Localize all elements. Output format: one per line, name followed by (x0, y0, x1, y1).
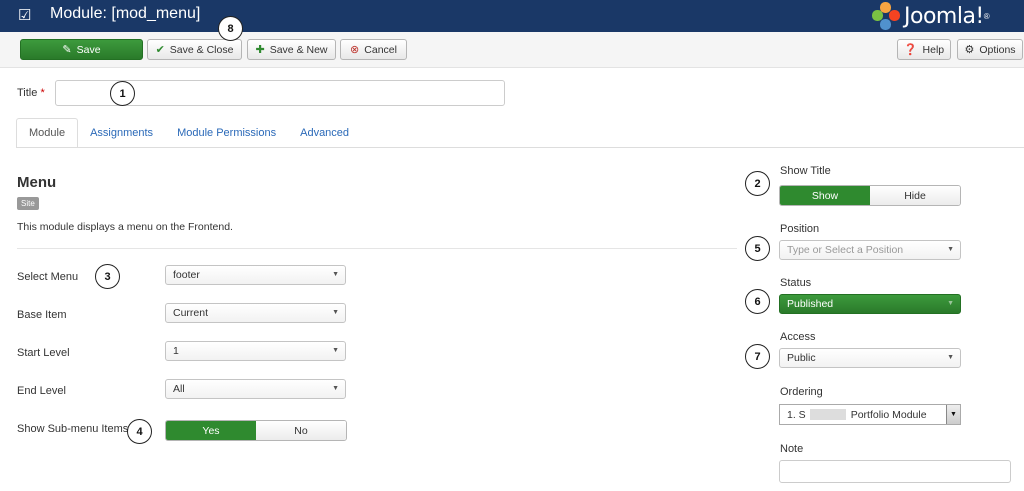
chevron-down-icon: ▼ (332, 309, 339, 316)
required-mark: * (40, 87, 45, 99)
chevron-down-icon: ▼ (947, 246, 954, 253)
module-heading: Menu (17, 174, 57, 191)
callout-4: 4 (127, 419, 152, 444)
end-level-dropdown[interactable]: All ▼ (165, 379, 346, 399)
save-button[interactable]: ✎ Save (20, 39, 143, 60)
show-submenu-yes[interactable]: Yes (166, 421, 256, 440)
help-button[interactable]: ❓ Help (897, 39, 951, 60)
check-icon: ✔ (155, 44, 165, 56)
edit-icon: ✎ (62, 44, 72, 56)
status-label: Status (780, 277, 812, 289)
callout-6: 6 (745, 289, 770, 314)
module-description: This module displays a menu on the Front… (17, 221, 233, 233)
logo-text: Joomla! (904, 3, 984, 29)
title-label: Title * (17, 87, 45, 99)
end-level-label: End Level (17, 385, 66, 397)
note-input[interactable] (779, 460, 1011, 483)
joomla-logo: Joomla! ® (872, 0, 990, 32)
show-submenu-toggle: Yes No (165, 420, 347, 441)
chevron-down-icon: ▼ (332, 385, 339, 392)
tab-divider (16, 147, 1024, 148)
callout-2: 2 (745, 171, 770, 196)
position-label: Position (780, 223, 820, 235)
access-select[interactable]: Public ▼ (779, 348, 961, 368)
show-submenu-no[interactable]: No (256, 421, 346, 440)
show-title-label: Show Title (780, 165, 831, 177)
question-icon: ❓ (903, 44, 918, 56)
start-level-label: Start Level (17, 347, 70, 359)
callout-3: 3 (95, 264, 120, 289)
status-select[interactable]: Published ▼ (779, 294, 961, 314)
start-level-dropdown[interactable]: 1 ▼ (165, 341, 346, 361)
cancel-icon: ⊗ (350, 44, 360, 56)
select-menu-dropdown[interactable]: footer ▼ (165, 265, 346, 285)
section-divider (17, 248, 737, 249)
joomla-logo-icon (872, 2, 900, 30)
header-bar: ☑ Module: [mod_menu] Joomla! ® (0, 0, 1024, 32)
position-select[interactable]: Type or Select a Position ▼ (779, 240, 961, 260)
chevron-down-icon: ▼ (947, 354, 954, 361)
select-menu-label: Select Menu (17, 271, 79, 283)
show-submenu-label: Show Sub-menu Items (17, 423, 129, 435)
logo-registered: ® (983, 11, 990, 21)
plus-icon: ✚ (255, 44, 265, 56)
note-label: Note (780, 443, 804, 455)
callout-8: 8 (218, 16, 243, 41)
gear-icon: ⚙ (964, 44, 975, 56)
ordering-select[interactable]: 1. S Portfolio Module ▼ (779, 404, 961, 425)
show-title-show[interactable]: Show (780, 186, 870, 205)
checkbox-icon: ☑ (18, 7, 32, 24)
site-badge: Site (17, 197, 39, 210)
save-new-button[interactable]: ✚ Save & New (247, 39, 336, 60)
chevron-down-icon: ▼ (332, 271, 339, 278)
tab-assignments[interactable]: Assignments (78, 118, 165, 148)
ordering-label: Ordering (780, 386, 823, 398)
chevron-down-icon: ▼ (946, 405, 960, 424)
base-item-label: Base Item (17, 309, 67, 321)
chevron-down-icon: ▼ (332, 347, 339, 354)
tab-module-permissions[interactable]: Module Permissions (165, 118, 288, 148)
save-close-button[interactable]: ✔ Save & Close (147, 39, 242, 60)
tab-advanced[interactable]: Advanced (288, 118, 361, 148)
show-title-toggle: Show Hide (779, 185, 961, 206)
base-item-dropdown[interactable]: Current ▼ (165, 303, 346, 323)
chevron-down-icon: ▼ (947, 300, 954, 307)
options-button[interactable]: ⚙ Options (957, 39, 1023, 60)
tab-module[interactable]: Module (16, 118, 79, 148)
callout-5: 5 (745, 236, 770, 261)
page-title: Module: [mod_menu] (50, 5, 201, 22)
callout-1: 1 (110, 81, 135, 106)
cancel-button[interactable]: ⊗ Cancel (340, 39, 407, 60)
access-label: Access (780, 331, 816, 343)
callout-7: 7 (745, 344, 770, 369)
toolbar: ✎ Save ✔ Save & Close ✚ Save & New ⊗ Can… (0, 32, 1024, 68)
show-title-hide[interactable]: Hide (870, 186, 960, 205)
tab-bar: Module Assignments Module Permissions Ad… (16, 118, 361, 148)
redacted-text (809, 409, 846, 420)
